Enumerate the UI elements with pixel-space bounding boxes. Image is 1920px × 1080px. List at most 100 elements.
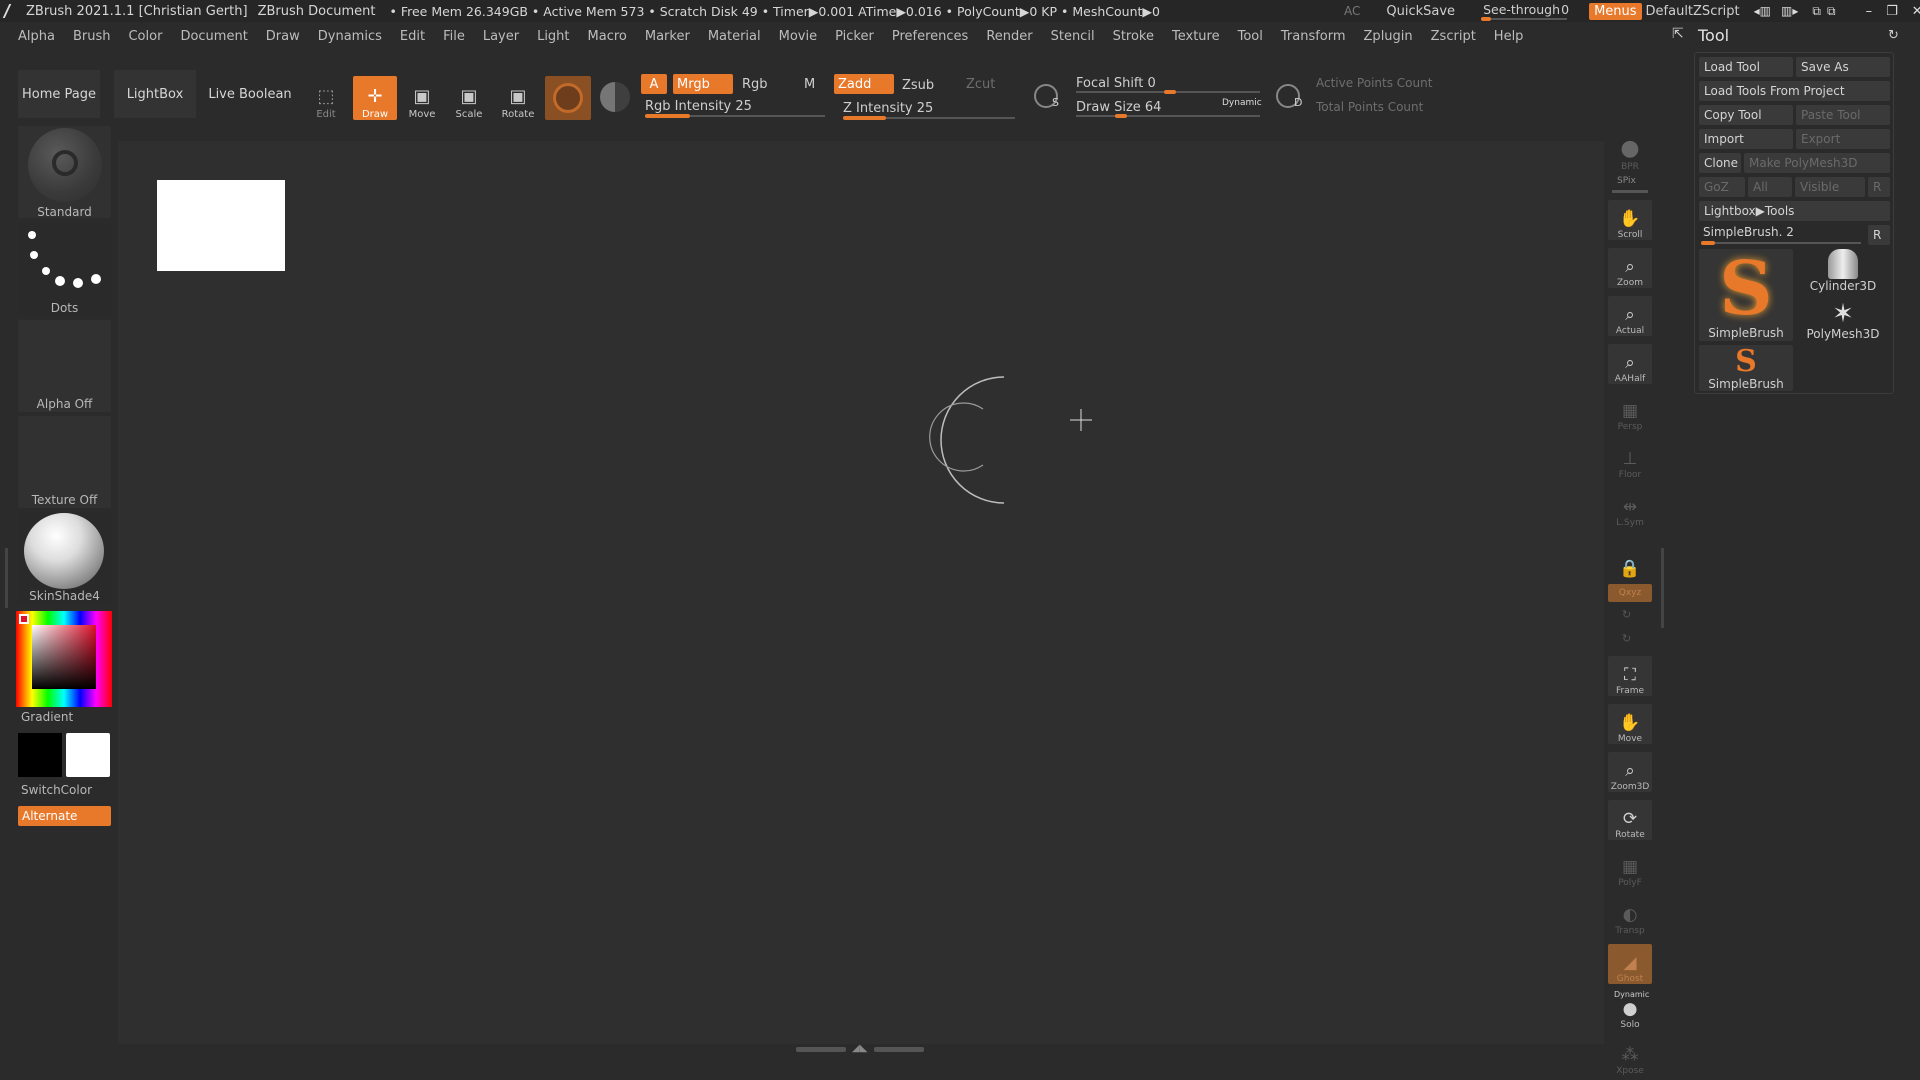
qxyz-button[interactable]: Qxyz: [1608, 584, 1652, 602]
menu-macro[interactable]: Macro: [588, 29, 627, 44]
menu-stroke[interactable]: Stroke: [1113, 29, 1154, 44]
live-boolean-button[interactable]: Live Boolean: [202, 70, 298, 118]
layout-icon-1[interactable]: ◂▥: [1754, 4, 1771, 18]
load-tool-button[interactable]: Load Tool: [1699, 57, 1793, 77]
menu-movie[interactable]: Movie: [779, 29, 817, 44]
menu-picker[interactable]: Picker: [835, 29, 874, 44]
save-as-button[interactable]: Save As: [1796, 57, 1890, 77]
paste-tool-button[interactable]: Paste Tool: [1796, 105, 1890, 125]
menu-material[interactable]: Material: [708, 29, 761, 44]
xpose-button[interactable]: ⁂ Xpose: [1608, 1036, 1652, 1076]
bpr-button[interactable]: ● BPR: [1608, 132, 1652, 172]
polyf-button[interactable]: ▦ PolyF: [1608, 848, 1652, 888]
menu-render[interactable]: Render: [986, 29, 1032, 44]
goz-visible-button[interactable]: Visible: [1795, 177, 1865, 197]
menu-brush[interactable]: Brush: [73, 29, 111, 44]
menu-color[interactable]: Color: [128, 29, 162, 44]
rgb-toggle[interactable]: Rgb: [738, 74, 772, 94]
ac-label[interactable]: AC: [1344, 4, 1360, 18]
menu-dynamics[interactable]: Dynamics: [318, 29, 382, 44]
clone-button[interactable]: Clone: [1699, 153, 1741, 173]
menu-zplugin[interactable]: Zplugin: [1364, 29, 1413, 44]
color-picker[interactable]: [16, 611, 112, 707]
zsub-toggle[interactable]: Zsub: [898, 75, 938, 95]
spix-label[interactable]: SPix: [1617, 176, 1636, 186]
menu-texture[interactable]: Texture: [1172, 29, 1220, 44]
scale-button[interactable]: ▣ Scale: [447, 76, 491, 120]
shading-sphere-icon[interactable]: [600, 82, 630, 112]
tool-r-button[interactable]: R: [1868, 225, 1890, 245]
layout-icon-2[interactable]: ▥▸: [1781, 4, 1798, 18]
layout-icon-4[interactable]: ⧉: [1827, 4, 1836, 19]
rotate-axis-icon-2[interactable]: ↻: [1622, 632, 1631, 645]
switch-color-label[interactable]: SwitchColor: [21, 783, 92, 797]
move-button[interactable]: ▣ Move: [400, 76, 444, 120]
scroll-button[interactable]: ✋ Scroll: [1608, 200, 1652, 240]
lightbox-button[interactable]: LightBox: [114, 70, 196, 118]
menu-preferences[interactable]: Preferences: [892, 29, 968, 44]
document-canvas[interactable]: ◢◣: [118, 141, 1604, 1054]
solo-button[interactable]: ● Solo: [1608, 998, 1652, 1030]
menu-help[interactable]: Help: [1494, 29, 1524, 44]
goz-all-button[interactable]: All: [1748, 177, 1792, 197]
primary-color-swatch[interactable]: [66, 733, 110, 777]
menu-alpha[interactable]: Alpha: [18, 29, 55, 44]
import-button[interactable]: Import: [1699, 129, 1793, 149]
menu-draw[interactable]: Draw: [266, 29, 300, 44]
spix-slider[interactable]: [1612, 190, 1648, 193]
transp-button[interactable]: ◐ Transp: [1608, 896, 1652, 936]
menu-document[interactable]: Document: [180, 29, 247, 44]
see-through-slider[interactable]: See-through 0: [1477, 1, 1573, 21]
gradient-label[interactable]: Gradient: [21, 710, 73, 724]
rotate-view-button[interactable]: ⟳ Rotate: [1608, 800, 1652, 840]
zcut-toggle[interactable]: Zcut: [962, 74, 999, 94]
quicksave-button[interactable]: QuickSave: [1386, 4, 1455, 19]
secondary-color-swatch[interactable]: [18, 733, 62, 777]
close-icon[interactable]: ✕: [1912, 4, 1920, 19]
left-tray-handle[interactable]: [5, 548, 8, 608]
palette-back-icon[interactable]: ⇱: [1672, 26, 1684, 42]
copy-tool-button[interactable]: Copy Tool: [1699, 105, 1793, 125]
make-polymesh3d-button[interactable]: Make PolyMesh3D: [1744, 153, 1890, 173]
z-intensity-label[interactable]: Z Intensity 25: [839, 98, 937, 118]
right-tray-handle[interactable]: [1661, 548, 1664, 628]
ghost-button[interactable]: ◢ Ghost: [1608, 944, 1652, 984]
default-zscript-button[interactable]: DefaultZScript: [1646, 4, 1740, 19]
menu-edit[interactable]: Edit: [400, 29, 425, 44]
aahalf-button[interactable]: ⌕ AAHalf: [1608, 344, 1652, 384]
a-toggle[interactable]: A: [641, 74, 667, 94]
draw-size-track[interactable]: [1076, 115, 1260, 117]
menu-stencil[interactable]: Stencil: [1051, 29, 1095, 44]
lightbox-tools-button[interactable]: Lightbox▶Tools: [1699, 201, 1890, 221]
material-sphere-button[interactable]: [545, 76, 591, 120]
color-saturation-square[interactable]: [32, 625, 96, 689]
tool-thumb-polymesh3d[interactable]: ✶ PolyMesh3D: [1796, 297, 1890, 341]
menu-marker[interactable]: Marker: [645, 29, 690, 44]
m-toggle[interactable]: M: [800, 74, 819, 94]
menus-toggle[interactable]: Menus: [1589, 2, 1642, 20]
current-tool-slider[interactable]: SimpleBrush. 2: [1703, 225, 1794, 239]
rotate-button[interactable]: ▣ Rotate: [496, 76, 540, 120]
bottom-scroll-right[interactable]: [874, 1047, 924, 1052]
goz-r-button[interactable]: R: [1868, 177, 1890, 197]
menu-zscript[interactable]: Zscript: [1431, 29, 1476, 44]
palette-refresh-icon[interactable]: ↻: [1888, 28, 1899, 43]
lsym-button[interactable]: ⇹ L.Sym: [1608, 488, 1652, 528]
draw-button[interactable]: ✛ Draw: [353, 76, 397, 120]
alternate-button[interactable]: Alternate: [18, 806, 111, 826]
tool-thumb-simplebrush-2[interactable]: S SimpleBrush: [1699, 345, 1793, 391]
mrgb-toggle[interactable]: Mrgb: [673, 74, 733, 94]
frame-button[interactable]: ⛶ Frame: [1608, 656, 1652, 696]
zoom3d-button[interactable]: ⌕ Zoom3D: [1608, 752, 1652, 792]
menu-tool[interactable]: Tool: [1238, 29, 1263, 44]
bottom-tray-toggle-icon[interactable]: ◢◣: [852, 1043, 867, 1054]
tool-thumb-simplebrush[interactable]: S SimpleBrush: [1699, 249, 1793, 341]
restore-icon[interactable]: ❐: [1886, 4, 1898, 19]
minimize-icon[interactable]: –: [1866, 4, 1873, 19]
tool-thumb-cylinder3d[interactable]: Cylinder3D: [1796, 249, 1890, 293]
menu-light[interactable]: Light: [537, 29, 569, 44]
edit-button[interactable]: ⬚ Edit: [304, 76, 348, 120]
menu-layer[interactable]: Layer: [483, 29, 519, 44]
move-view-button[interactable]: ✋ Move: [1608, 704, 1652, 744]
lock-button[interactable]: 🔒: [1608, 540, 1652, 580]
